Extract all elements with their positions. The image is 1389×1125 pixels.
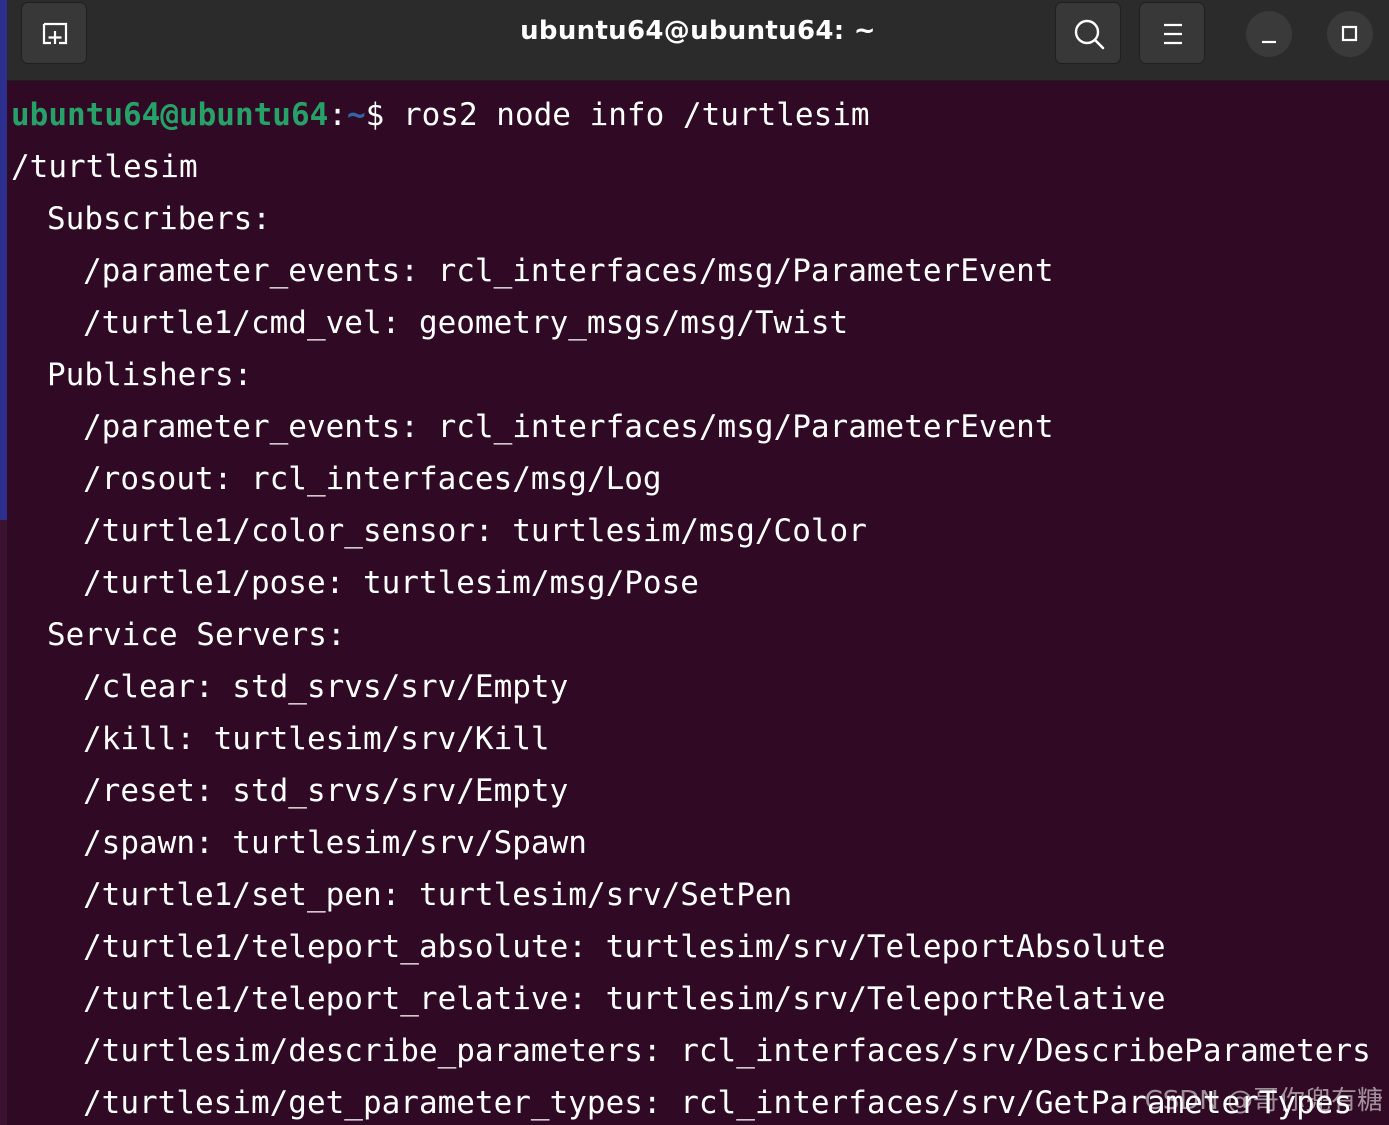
hamburger-menu-icon (1164, 23, 1182, 45)
prompt-user-host: ubuntu64@ubuntu64 (11, 97, 329, 133)
terminal-window: ubuntu64@ubuntu64: ~ ubuntu64@ubuntu64:~… (0, 0, 1389, 1125)
service-server-entry: /turtle1/teleport_absolute: turtlesim/sr… (83, 929, 1166, 965)
service-server-entry: /reset: std_srvs/srv/Empty (83, 773, 569, 809)
minimize-icon (1262, 40, 1276, 44)
subscriber-entry: /turtle1/cmd_vel: geometry_msgs/msg/Twis… (83, 305, 849, 341)
minimize-button[interactable] (1246, 11, 1292, 57)
command-text: ros2 node info /turtlesim (402, 97, 870, 133)
title-bar[interactable]: ubuntu64@ubuntu64: ~ (7, 0, 1389, 81)
maximize-button[interactable] (1327, 11, 1373, 57)
service-server-entry: /turtle1/set_pen: turtlesim/srv/SetPen (83, 877, 793, 913)
prompt-path: ~ (346, 97, 366, 133)
service-server-entry: /kill: turtlesim/srv/Kill (83, 721, 550, 757)
terminal-output[interactable]: ubuntu64@ubuntu64:~$ ros2 node info /tur… (7, 81, 1389, 1125)
publisher-entry: /parameter_events: rcl_interfaces/msg/Pa… (83, 409, 1054, 445)
prompt-dollar: $ (365, 97, 385, 133)
publisher-entry: /turtle1/pose: turtlesim/msg/Pose (83, 565, 699, 601)
new-tab-button[interactable] (21, 2, 87, 64)
service-server-entry: /turtlesim/describe_parameters: rcl_inte… (83, 1033, 1371, 1069)
publisher-entry: /rosout: rcl_interfaces/msg/Log (83, 461, 662, 497)
search-button[interactable] (1055, 2, 1121, 64)
prompt-colon: : (328, 97, 347, 133)
subscriber-entry: /parameter_events: rcl_interfaces/msg/Pa… (83, 253, 1054, 289)
service-server-entry: /turtle1/teleport_relative: turtlesim/sr… (83, 981, 1166, 1017)
prompt-line: ubuntu64@ubuntu64:~$ ros2 node info /tur… (11, 89, 870, 141)
publisher-entry: /turtle1/color_sensor: turtlesim/msg/Col… (83, 513, 867, 549)
node-name: /turtlesim (11, 149, 198, 185)
maximize-icon (1341, 25, 1358, 42)
menu-button[interactable] (1139, 2, 1205, 64)
service-servers-header: Service Servers: (47, 617, 346, 653)
service-server-entry: /spawn: turtlesim/srv/Spawn (83, 825, 587, 861)
publishers-header: Publishers: (47, 357, 253, 393)
search-icon (1074, 19, 1105, 50)
new-tab-icon (42, 22, 68, 45)
service-server-entry: /clear: std_srvs/srv/Empty (83, 669, 569, 705)
subscribers-header: Subscribers: (47, 201, 271, 237)
desktop-edge (0, 0, 7, 1125)
watermark: CSDN @哥你兜有糖 (1144, 1086, 1383, 1116)
